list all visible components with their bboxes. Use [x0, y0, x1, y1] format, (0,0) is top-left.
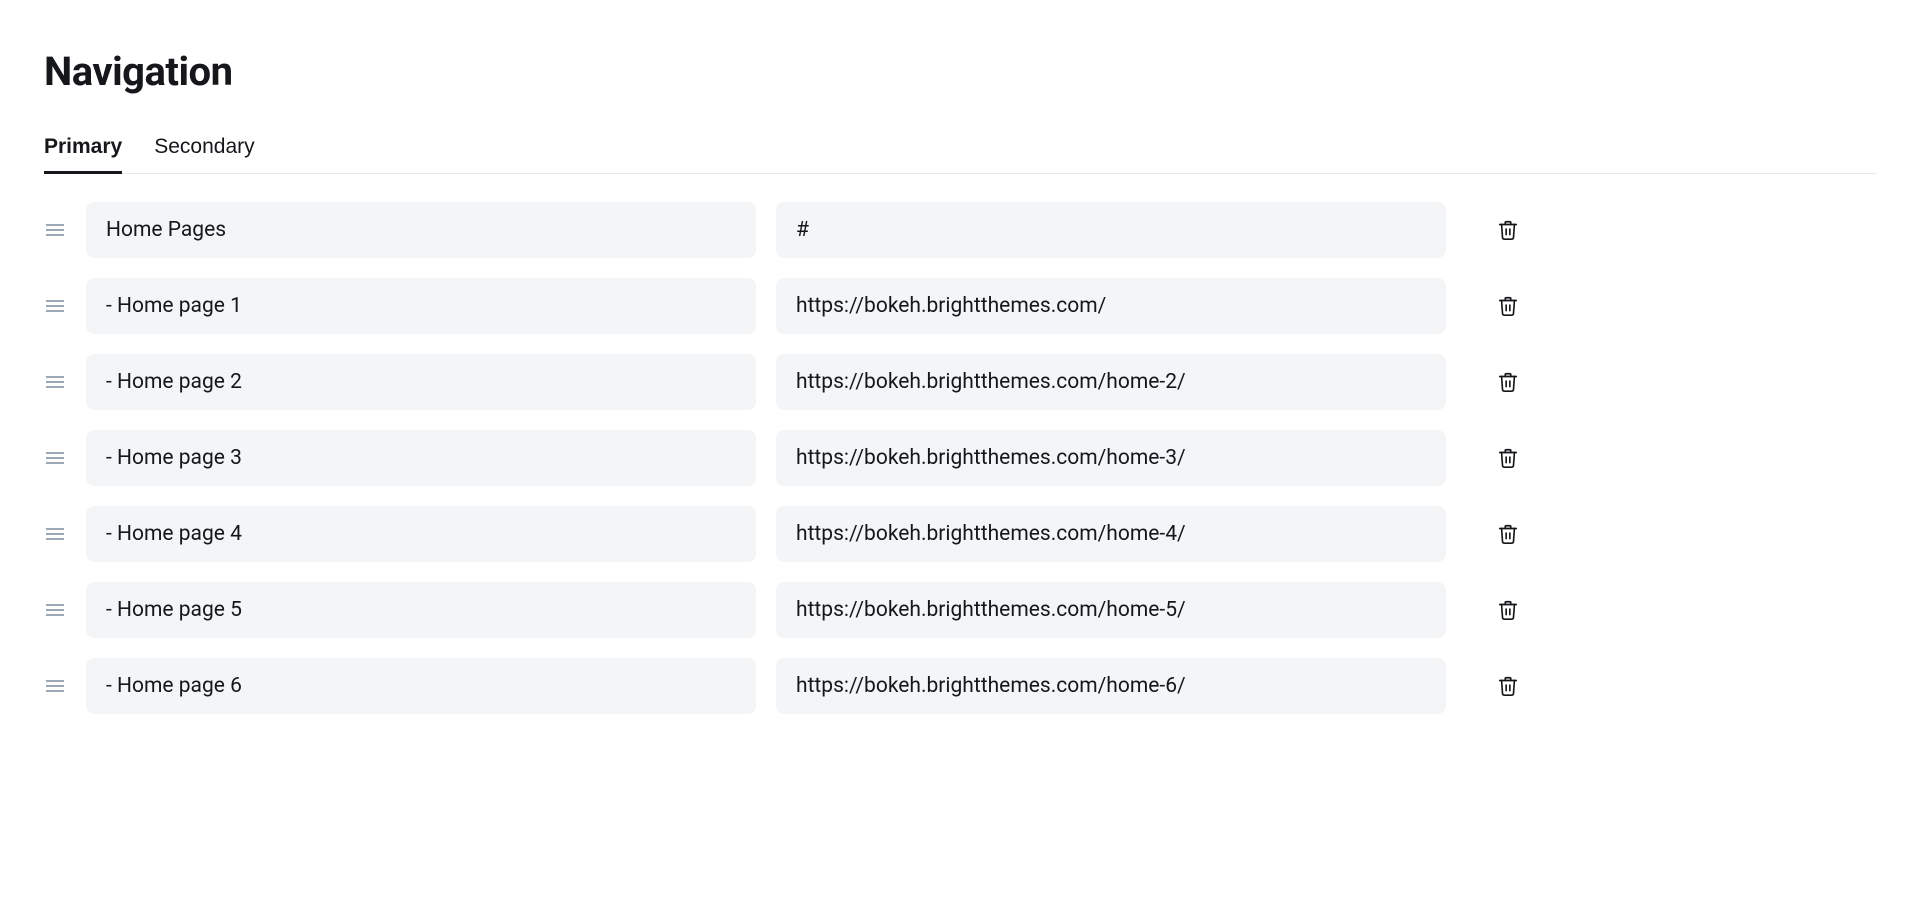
nav-label-input[interactable]: [86, 202, 756, 258]
nav-row: [44, 278, 1876, 334]
delete-button[interactable]: [1490, 371, 1526, 393]
trash-icon: [1497, 523, 1519, 545]
drag-handle-icon[interactable]: [44, 452, 66, 464]
drag-handle-icon[interactable]: [44, 604, 66, 616]
trash-icon: [1497, 295, 1519, 317]
delete-button[interactable]: [1490, 675, 1526, 697]
nav-label-input[interactable]: [86, 506, 756, 562]
trash-icon: [1497, 599, 1519, 621]
drag-handle-icon[interactable]: [44, 528, 66, 540]
nav-url-input[interactable]: [776, 506, 1446, 562]
delete-button[interactable]: [1490, 219, 1526, 241]
drag-handle-icon[interactable]: [44, 376, 66, 388]
drag-handle-icon[interactable]: [44, 224, 66, 236]
delete-button[interactable]: [1490, 447, 1526, 469]
nav-row: [44, 202, 1876, 258]
nav-row: [44, 658, 1876, 714]
trash-icon: [1497, 371, 1519, 393]
nav-label-input[interactable]: [86, 430, 756, 486]
nav-url-input[interactable]: [776, 582, 1446, 638]
drag-handle-icon[interactable]: [44, 300, 66, 312]
nav-url-input[interactable]: [776, 202, 1446, 258]
nav-row: [44, 582, 1876, 638]
nav-label-input[interactable]: [86, 278, 756, 334]
nav-url-input[interactable]: [776, 430, 1446, 486]
nav-label-input[interactable]: [86, 658, 756, 714]
tab-primary[interactable]: Primary: [44, 135, 122, 173]
drag-handle-icon[interactable]: [44, 680, 66, 692]
trash-icon: [1497, 447, 1519, 469]
delete-button[interactable]: [1490, 295, 1526, 317]
nav-label-input[interactable]: [86, 354, 756, 410]
tabs: Primary Secondary: [44, 135, 1876, 174]
nav-row: [44, 354, 1876, 410]
nav-list: [44, 202, 1876, 714]
nav-url-input[interactable]: [776, 278, 1446, 334]
delete-button[interactable]: [1490, 523, 1526, 545]
page-title: Navigation: [44, 48, 1876, 95]
nav-row: [44, 506, 1876, 562]
trash-icon: [1497, 219, 1519, 241]
nav-url-input[interactable]: [776, 658, 1446, 714]
delete-button[interactable]: [1490, 599, 1526, 621]
tab-secondary[interactable]: Secondary: [154, 135, 254, 173]
nav-row: [44, 430, 1876, 486]
nav-url-input[interactable]: [776, 354, 1446, 410]
nav-label-input[interactable]: [86, 582, 756, 638]
trash-icon: [1497, 675, 1519, 697]
